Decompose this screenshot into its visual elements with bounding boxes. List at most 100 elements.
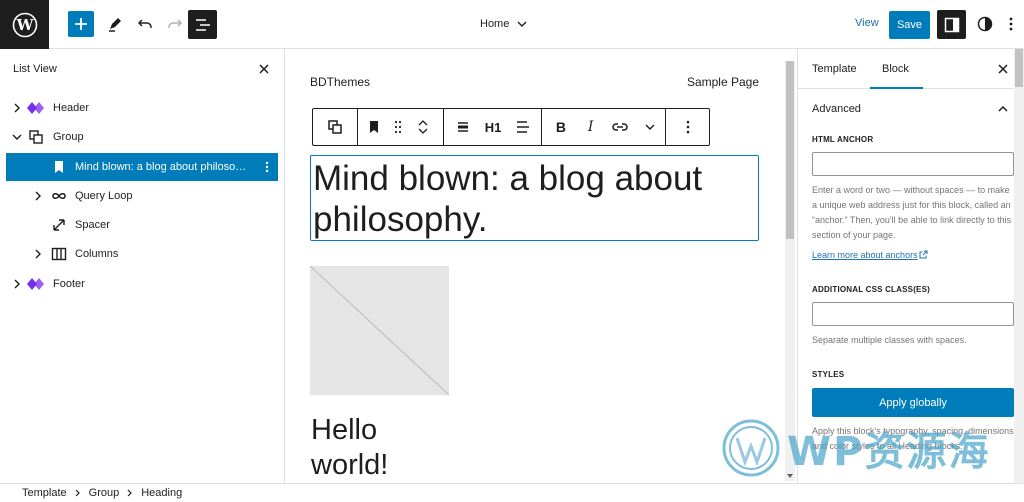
save-button[interactable]: Save <box>889 11 930 39</box>
advanced-panel-title[interactable]: Advanced <box>812 103 861 115</box>
list-view-item-label: Mind blown: a blog about philosop... <box>75 161 250 173</box>
apply-globally-button[interactable]: Apply globally <box>812 388 1014 417</box>
italic-icon: I <box>587 119 594 135</box>
options-button[interactable] <box>1004 13 1018 35</box>
document-title-dropdown[interactable]: Home <box>480 14 527 34</box>
chevron-right-icon[interactable] <box>12 103 22 113</box>
heading-level-button[interactable]: H1 <box>478 109 508 145</box>
list-view-item-query-loop[interactable]: Query Loop <box>6 182 278 210</box>
sidebar-scrollbar-thumb[interactable] <box>1015 49 1023 87</box>
list-view-item-footer[interactable]: Footer <box>6 270 278 298</box>
more-formatting-button[interactable] <box>635 109 665 145</box>
chevron-up-icon[interactable] <box>418 119 428 127</box>
undo-button[interactable] <box>132 11 158 37</box>
css-class-input[interactable] <box>812 302 1014 326</box>
tab-template[interactable]: Template <box>812 49 857 89</box>
list-view-item-label: Columns <box>75 248 119 260</box>
chevron-down-icon[interactable] <box>418 127 428 135</box>
post-title[interactable]: Hello world! <box>311 413 431 483</box>
template-part-icon <box>27 275 45 293</box>
html-anchor-label: HTML ANCHOR <box>812 135 874 144</box>
css-class-label: ADDITIONAL CSS CLASS(ES) <box>812 285 930 294</box>
learn-more-anchors-link[interactable]: Learn more about anchors <box>812 250 928 260</box>
more-vertical-icon[interactable] <box>264 160 270 174</box>
resize-icon <box>50 216 68 234</box>
editor-header: W Home View Save <box>0 0 1024 49</box>
image-placeholder-icon <box>309 265 450 396</box>
list-view-item-group[interactable]: Group <box>6 123 278 151</box>
bold-button[interactable]: B <box>546 109 576 145</box>
list-view-header: List View <box>0 49 284 89</box>
styles-help: Apply this block's typography, spacing, … <box>812 426 1017 451</box>
css-class-help: Separate multiple classes with spaces. <box>812 335 967 345</box>
more-vertical-icon <box>1009 17 1013 31</box>
learn-more-text: Learn more about anchors <box>812 250 918 260</box>
breadcrumb-item-heading[interactable]: Heading <box>141 487 182 499</box>
wordpress-icon: W <box>12 12 37 37</box>
contrast-icon <box>977 16 993 32</box>
close-sidebar-button[interactable] <box>996 62 1010 76</box>
sidebar-icon <box>944 17 959 32</box>
breadcrumb-item-group[interactable]: Group <box>89 487 120 499</box>
list-view-item-heading[interactable]: Mind blown: a blog about philosop... <box>6 153 278 181</box>
list-view-item-header[interactable]: Header <box>6 94 278 122</box>
featured-image-placeholder[interactable] <box>309 265 450 396</box>
chevron-down-icon <box>517 21 527 27</box>
tools-button[interactable] <box>102 11 128 37</box>
group-icon <box>328 120 342 134</box>
parent-block-button[interactable] <box>320 109 350 145</box>
site-title[interactable]: BDThemes <box>310 75 370 89</box>
html-anchor-input[interactable] <box>812 152 1014 176</box>
list-view-item-spacer[interactable]: Spacer <box>6 211 278 239</box>
chevron-right-icon[interactable] <box>33 191 43 201</box>
canvas-scrollbar[interactable] <box>785 61 795 481</box>
chevron-down-icon[interactable] <box>12 132 22 142</box>
bookmark-icon <box>50 158 68 176</box>
sidebar-tabs: Template Block <box>798 49 1024 89</box>
list-view-panel: List View Header Group Mind blown: a blo… <box>0 49 285 483</box>
wordpress-logo-button[interactable]: W <box>0 0 49 49</box>
italic-button[interactable]: I <box>576 109 606 145</box>
list-view-item-label: Query Loop <box>75 190 133 202</box>
text-align-button[interactable] <box>508 109 538 145</box>
redo-button[interactable] <box>162 11 188 37</box>
list-view-title: List View <box>13 63 57 75</box>
block-options-button[interactable] <box>673 109 703 145</box>
heading-block[interactable]: Mind blown: a blog about philosophy. <box>310 155 759 241</box>
close-icon <box>998 64 1008 74</box>
tab-block[interactable]: Block <box>870 49 923 89</box>
template-part-icon <box>27 99 45 117</box>
breadcrumb-item-template[interactable]: Template <box>22 487 67 499</box>
styles-button[interactable] <box>974 13 996 35</box>
sidebar-scrollbar[interactable] <box>1014 49 1024 483</box>
more-vertical-icon <box>686 120 689 134</box>
move-buttons[interactable] <box>410 109 436 145</box>
scroll-down-arrow-icon[interactable] <box>785 471 795 481</box>
link-icon <box>612 123 629 131</box>
close-list-view-button[interactable] <box>257 62 271 76</box>
chevron-right-icon[interactable] <box>33 249 43 259</box>
drag-handle[interactable] <box>386 109 410 145</box>
align-left-icon <box>517 121 529 133</box>
link-button[interactable] <box>606 109 636 145</box>
nav-link-sample-page[interactable]: Sample Page <box>687 75 759 89</box>
chevron-up-icon[interactable] <box>998 104 1008 114</box>
document-overview-button[interactable] <box>188 10 217 39</box>
list-view-item-label: Footer <box>53 278 85 290</box>
align-button[interactable] <box>448 109 478 145</box>
justify-icon <box>458 122 468 132</box>
view-button[interactable]: View <box>855 17 879 29</box>
add-block-button[interactable] <box>68 11 94 37</box>
post-title-line: Hello <box>311 414 378 446</box>
chevron-right-icon <box>127 489 133 497</box>
list-view-item-label: Header <box>53 102 90 114</box>
post-title-line: world! <box>311 449 389 481</box>
settings-button[interactable] <box>937 10 966 39</box>
canvas-scrollbar-thumb[interactable] <box>786 61 794 239</box>
group-icon <box>27 128 45 146</box>
chevron-right-icon[interactable] <box>12 279 22 289</box>
list-view-item-columns[interactable]: Columns <box>6 240 278 268</box>
block-type-button[interactable] <box>362 109 386 145</box>
close-icon <box>259 64 269 74</box>
settings-sidebar: Template Block Advanced HTML ANCHOR Ente… <box>797 49 1024 483</box>
